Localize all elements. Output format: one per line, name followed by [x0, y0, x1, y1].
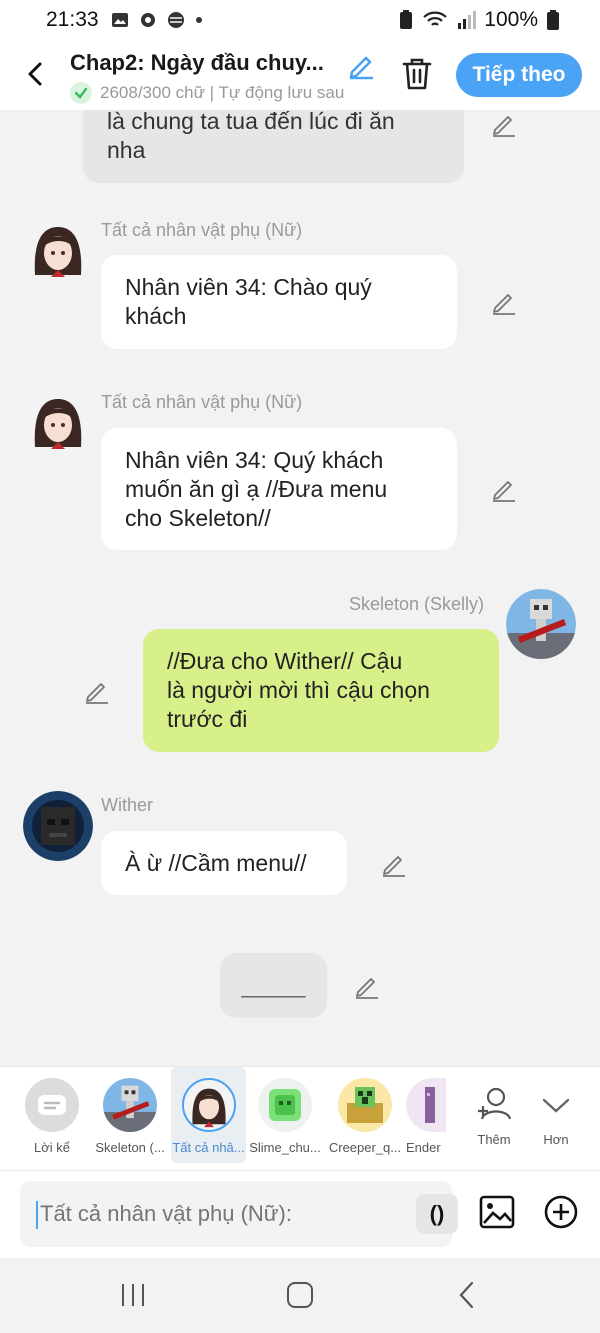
- notification-icons: [110, 10, 204, 30]
- message-line: muốn ăn gì ạ //Đưa menu: [125, 475, 388, 502]
- char-narration[interactable]: Lời kể: [14, 1067, 90, 1163]
- char-skeleton[interactable]: Skeleton (...: [92, 1067, 168, 1163]
- edit-title-icon[interactable]: [346, 50, 376, 80]
- status-time: 21:33: [46, 8, 99, 31]
- chevron-down-icon: [529, 1078, 583, 1132]
- my-message-bubble[interactable]: //Đưa cho Wither// Cậu là người mời thì …: [143, 629, 499, 752]
- compose-bar: (): [0, 1170, 600, 1258]
- trash-icon[interactable]: [400, 56, 434, 92]
- char-label: Ender: [406, 1140, 441, 1155]
- narration-bubble[interactable]: là chung ta tua đến lúc đi ăn nha: [83, 110, 464, 183]
- system-nav-bar: [0, 1258, 600, 1333]
- char-side-female[interactable]: Tất cả nhâ...: [171, 1067, 246, 1163]
- check-icon: [70, 82, 92, 104]
- sender-name: Wither: [101, 795, 154, 815]
- char-creeper[interactable]: Creeper_q...: [327, 1067, 403, 1163]
- action-paren-button[interactable]: (): [416, 1194, 458, 1234]
- char-label: Hơn: [543, 1132, 569, 1147]
- edit-message-icon[interactable]: [490, 110, 518, 138]
- edit-message-icon[interactable]: [353, 972, 381, 1000]
- message-line: trước đi: [167, 706, 248, 732]
- girl-avatar[interactable]: [23, 387, 93, 457]
- settings-icon: [141, 13, 155, 27]
- plus-icon[interactable]: [542, 1193, 580, 1231]
- next-button[interactable]: Tiếp theo: [456, 53, 582, 97]
- wifi-icon: [423, 11, 448, 26]
- char-label: Slime_chu...: [249, 1140, 321, 1155]
- editor-header: Chap2: Ngày đầu chuy... 2608/300 chữ | T…: [0, 44, 600, 110]
- edit-message-icon[interactable]: [490, 288, 518, 316]
- message-line: là người mời thì cậu chọn: [167, 677, 430, 703]
- back-nav-icon[interactable]: [452, 1280, 486, 1310]
- edit-message-icon[interactable]: [83, 677, 111, 705]
- wither-avatar[interactable]: [23, 791, 93, 861]
- dot-icon: [196, 17, 202, 23]
- message-line: Nhân viên 34: Quý khách: [125, 446, 384, 473]
- girl-avatar: [181, 1078, 236, 1132]
- globe-icon: [168, 12, 184, 28]
- recent-apps-icon[interactable]: [116, 1280, 150, 1310]
- message-bubble[interactable]: Nhân viên 34: Chào quý khách: [101, 255, 457, 349]
- sender-name: Skeleton (Skelly): [349, 594, 485, 614]
- message-line: nha: [107, 137, 146, 163]
- narration-bubble[interactable]: _____: [220, 953, 327, 1018]
- char-label: Creeper_q...: [328, 1140, 402, 1155]
- message-line: _____: [241, 972, 306, 998]
- message-line: Nhân viên 34: Chào quý: [125, 274, 372, 300]
- char-label: Skeleton (...: [95, 1140, 165, 1155]
- chapter-title[interactable]: Chap2: Ngày đầu chuy...: [70, 50, 340, 76]
- message-bubble[interactable]: Nhân viên 34: Quý khách muốn ăn gì ạ //Đ…: [101, 428, 457, 550]
- edit-message-icon[interactable]: [380, 850, 408, 878]
- sender-name: Tất cả nhân vật phụ (Nữ): [101, 220, 303, 240]
- save-status: 2608/300 chữ | Tự động lưu sau: [70, 82, 376, 104]
- char-slime[interactable]: Slime_chu...: [247, 1067, 323, 1163]
- battery-icon: [547, 10, 559, 30]
- chat-area[interactable]: là chung ta tua đến lúc đi ăn nha Tất cả…: [0, 110, 600, 1066]
- char-label: Tất cả nhâ...: [172, 1140, 245, 1155]
- message-line: À ừ //Cầm menu//: [125, 849, 307, 876]
- char-label: Lời kể: [34, 1140, 70, 1155]
- battery-percent: 100%: [484, 8, 538, 31]
- message-input[interactable]: [40, 1201, 360, 1227]
- message-bubble[interactable]: À ừ //Cầm menu//: [101, 831, 347, 895]
- battery-saver-icon: [400, 10, 413, 29]
- girl-avatar[interactable]: [23, 215, 93, 285]
- enderman-avatar: [406, 1078, 446, 1132]
- add-person-icon: [467, 1078, 521, 1132]
- image-icon[interactable]: [478, 1193, 516, 1231]
- creeper-avatar: [338, 1078, 392, 1132]
- skeleton-avatar[interactable]: [506, 589, 576, 659]
- home-icon[interactable]: [283, 1280, 317, 1310]
- message-line: cho Skeleton//: [125, 504, 271, 531]
- skeleton-avatar: [103, 1078, 157, 1132]
- character-selector: Lời kể Skeleton (... Tất cả nhâ... Slime…: [0, 1066, 600, 1170]
- message-line: là chung ta tua đến lúc đi ăn: [107, 110, 395, 134]
- text-caret: [36, 1201, 38, 1229]
- status-bar: 21:33 100%: [0, 0, 600, 44]
- message-line: khách: [125, 303, 187, 329]
- back-icon[interactable]: [20, 58, 52, 90]
- message-line: //Đưa cho Wither// Cậu: [167, 648, 403, 674]
- sender-name: Tất cả nhân vật phụ (Nữ): [101, 392, 303, 412]
- save-status-text: 2608/300 chữ | Tự động lưu sau: [100, 83, 345, 102]
- message-input-box[interactable]: (): [20, 1181, 458, 1247]
- edit-message-icon[interactable]: [490, 475, 518, 503]
- signal-icon: [458, 11, 477, 29]
- status-right: 100%: [398, 8, 560, 32]
- narration-icon: [25, 1078, 79, 1132]
- slime-avatar: [258, 1078, 312, 1132]
- more-button[interactable]: Hơn: [518, 1067, 594, 1163]
- gallery-icon: [112, 13, 128, 27]
- char-enderman[interactable]: Ender: [406, 1067, 446, 1163]
